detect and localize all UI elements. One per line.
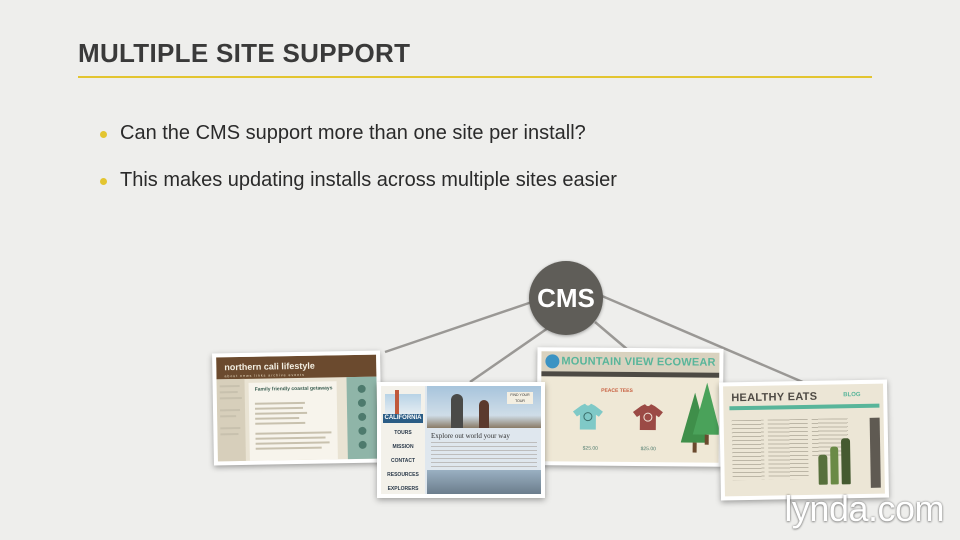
site-heading: Explore out world your way [431, 432, 510, 440]
site-screenshot-california: CALIFORNIA TOURS MISSION CONTACT RESOURC… [377, 382, 545, 498]
site-sidebar: CALIFORNIA TOURS MISSION CONTACT RESOURC… [381, 386, 425, 494]
circle-icon [357, 384, 366, 393]
menu-item: EXPLORERS [387, 486, 419, 492]
site-icon-column [346, 376, 378, 462]
tour-sign: FIND YOUR TOUR [507, 392, 533, 404]
connector-line [384, 300, 533, 354]
site-header: MOUNTAIN VIEW ECOWEAR [541, 351, 720, 373]
bottle-icon [830, 446, 839, 485]
text-column [731, 419, 765, 481]
site-nav: about news links archive events [224, 372, 305, 379]
site-icon-column [869, 417, 881, 488]
menu-item: TOURS [394, 430, 412, 436]
menu-item: MISSION [392, 444, 414, 450]
site-title: MOUNTAIN VIEW ECOWEAR [561, 355, 716, 369]
bottle-icon [840, 438, 851, 485]
bottle-icon [818, 454, 828, 485]
person-figure [479, 400, 489, 428]
site-subheading: PEACE TEES [601, 387, 633, 395]
site-subheading: Family friendly coastal getaways [254, 385, 333, 393]
price-label: $25.00 [582, 445, 598, 452]
site-title: northern cali lifestyle [224, 360, 315, 373]
bridge-tower-icon [395, 390, 399, 414]
site-screenshot-healthy-eats: HEALTHY EATS BLOG [718, 379, 890, 501]
site-title: HEALTHY EATS [731, 390, 818, 405]
body-text-lines [431, 442, 537, 468]
menu-item: CONTACT [390, 458, 416, 464]
circle-icon [358, 412, 367, 421]
circle-icon [358, 440, 367, 449]
site-screenshot-mountain-view-ecowear: MOUNTAIN VIEW ECOWEAR PEACE TEES $25.00 … [536, 347, 724, 467]
circle-icon [358, 426, 367, 435]
cms-hub: CMS [529, 261, 603, 335]
tshirt-icon [632, 404, 663, 431]
lynda-logo: lynda.com [784, 488, 944, 529]
site-sidebar [216, 378, 246, 462]
tshirt-icon [572, 403, 603, 430]
pine-tree-icon [680, 382, 720, 453]
footer-photo [427, 470, 541, 494]
globe-icon [545, 354, 560, 369]
site-tag: BLOG [843, 392, 861, 399]
price-label: $25.00 [640, 446, 656, 453]
site-nav [541, 371, 720, 378]
menu-item: RESOURCES [387, 472, 419, 478]
site-content: Family friendly coastal getaways [248, 381, 338, 461]
site-nav [729, 403, 880, 411]
text-column [767, 418, 809, 480]
site-header: northern cali lifestyle about news links… [216, 354, 377, 380]
site-title: CALIFORNIA [383, 414, 423, 423]
bridge-image [385, 394, 421, 416]
person-figure [451, 394, 463, 428]
connector-line [594, 321, 629, 351]
site-screenshot-northern-cali: northern cali lifestyle about news links… [212, 350, 382, 466]
circle-icon [357, 398, 366, 407]
